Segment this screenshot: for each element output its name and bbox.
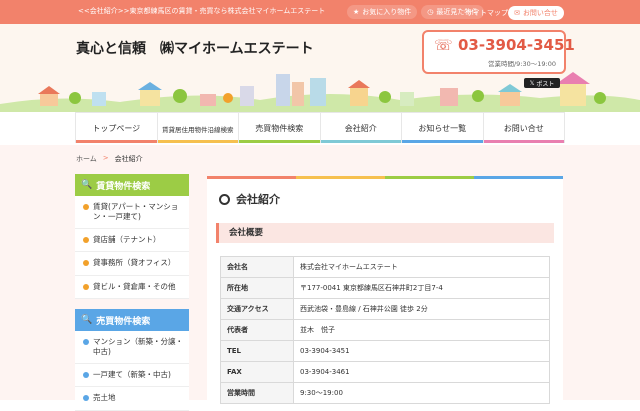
nav-item-contact[interactable]: お問い合せ [482,113,565,143]
nav-color-bar [239,140,320,143]
search-icon: 🔍 [81,180,93,190]
nav-color-bar [157,140,238,143]
site-tagline: <<会社紹介>>東京都練馬区の賃貸・売買なら株式会社マイホームエステート [78,7,326,15]
table-key: FAX [220,361,294,383]
table-value: 西武池袋・豊島線 / 石神井公園 徒歩 2分 [293,298,550,320]
table-row: 所在地 〒177-0041 東京都練馬区石神井町2丁目7-4 [220,277,550,299]
star-icon: ★ [353,8,360,16]
contact-label: お問い合せ [522,9,558,17]
sidebar-item-rental-store[interactable]: 貸店舗（テナント） [75,229,189,253]
nav-label: 会社紹介 [344,124,377,133]
table-row: FAX 03-3904-3461 [220,361,550,383]
bullet-icon [83,283,89,290]
nav-color-bar [483,140,564,143]
table-row: 営業時間 9:30〜19:00 [220,382,550,404]
table-row: TEL 03-3904-3451 [220,340,550,362]
bullet-icon [83,372,89,379]
header: 真心と信頼 ㈱マイホームエステート ☏ 03-3904-3451 営業時間/9:… [0,24,640,112]
sidebar-item-rental-residential[interactable]: 賃貸(アパート・マンション・一戸建て) [75,196,189,230]
table-key: 会社名 [220,256,294,278]
table-value: 並木 悦子 [293,319,550,341]
nav-item-sale-search[interactable]: 売買物件検索 [238,113,320,143]
nav-item-rental-line-search[interactable]: 賃貸居住用物件沿線検索 [156,113,238,143]
table-value: 9:30〜19:00 [293,382,550,404]
table-value: 03-3904-3461 [293,361,550,383]
table-key: 所在地 [220,277,294,299]
table-key: 営業時間 [220,382,294,404]
sitemap-link[interactable]: サイトマップ [466,8,508,18]
table-row: 代表者 並木 悦子 [220,319,550,341]
bullet-icon [83,237,89,244]
breadcrumb-separator: > [102,154,109,162]
sidebar-item-rental-office[interactable]: 貸事務所（貸オフィス） [75,252,189,276]
phone-number: 03-3904-3451 [458,36,575,54]
nav-color-bar [76,140,157,143]
section-heading: 会社概要 [216,223,554,243]
main-panel: 会社紹介 会社概要 会社名 株式会社マイホームエステート 所在地 〒177-00… [207,176,563,404]
sidebar-rental: 🔍 賃貸物件検索 賃貸(アパート・マンション・一戸建て) 貸店舗（テナント） 貸… [75,174,189,299]
sidebar-item-sale-house[interactable]: 一戸建て（新築・中古) [75,364,189,388]
sidebar-sale-heading: 🔍 売買物件検索 [75,309,189,331]
bullet-icon [83,339,89,345]
sidebar-item-label: 一戸建て（新築・中古) [93,370,171,380]
table-value: 株式会社マイホームエステート [293,256,550,278]
x-logo-icon: 𝕏 [529,79,535,87]
sidebar-item-sale-mansion[interactable]: マンション（新築・分譲・中古) [75,331,189,365]
business-hours: 営業時間/9:30〜19:00 [487,60,556,68]
sidebar-rental-title: 賃貸物件検索 [96,181,151,192]
x-post-label: ポスト [536,80,555,88]
table-value: 〒177-0041 東京都練馬区石神井町2丁目7-4 [293,277,550,299]
page-title-text: 会社紹介 [236,193,280,206]
nav-item-news[interactable]: お知らせ一覧 [401,113,483,143]
site-logo[interactable]: 真心と信頼 ㈱マイホームエステート [76,38,314,58]
nav-label: 売買物件検索 [255,124,304,133]
sidebar-item-label: 貸ビル・貸倉庫・その他 [93,281,176,291]
nav-color-bar [320,140,401,143]
table-key: TEL [220,340,294,362]
x-post-button[interactable]: 𝕏 ポスト [524,78,560,88]
sidebar-item-label: 貸事務所（貸オフィス） [93,258,176,268]
phone-box[interactable]: ☏ 03-3904-3451 営業時間/9:30〜19:00 [422,30,575,74]
nav-label: トップページ [92,124,141,133]
table-key: 代表者 [220,319,294,341]
ring-icon [219,193,230,205]
nav-item-company[interactable]: 会社紹介 [319,113,401,143]
search-icon: 🔍 [81,315,93,325]
favorites-link[interactable]: ★ お気に入り物件 [347,5,418,19]
main-nav: トップページ 賃貸居住用物件沿線検索 売買物件検索 会社紹介 お知らせ一覧 お問… [75,112,565,143]
sidebar-item-label: 売土地 [93,393,116,403]
breadcrumb-current: 会社紹介 [114,155,143,163]
company-info-table: 会社名 株式会社マイホームエステート 所在地 〒177-0041 東京都練馬区石… [220,256,550,404]
clock-icon: ◷ [427,8,434,16]
nav-label: お知らせ一覧 [418,124,467,133]
nav-label: お問い合せ [503,124,544,133]
sidebar-rental-heading: 🔍 賃貸物件検索 [75,174,189,196]
bullet-icon [83,395,89,402]
phone-icon: ☏ [434,36,453,54]
breadcrumb: ホーム > 会社紹介 [76,154,143,164]
sidebar-item-label: マンション（新築・分譲・中古) [93,337,183,357]
bullet-icon [83,204,89,210]
breadcrumb-home[interactable]: ホーム [76,154,97,164]
top-bar: <<会社紹介>>東京都練馬区の賃貸・売買なら株式会社マイホームエステート ★ お… [0,0,640,24]
nav-item-top[interactable]: トップページ [75,113,157,143]
favorites-label: お気に入り物件 [362,8,412,16]
table-value: 03-3904-3451 [293,340,550,362]
bullet-icon [83,260,89,267]
sidebar-item-label: 貸店舗（テナント） [93,235,161,245]
sidebar-item-sale-land[interactable]: 売土地 [75,387,189,411]
mail-icon: ✉ [514,9,520,17]
table-row: 会社名 株式会社マイホームエステート [220,256,550,278]
table-key: 交通アクセス [220,298,294,320]
sidebar-item-rental-other[interactable]: 貸ビル・貸倉庫・その他 [75,275,189,299]
sidebar-item-label: 賃貸(アパート・マンション・一戸建て) [93,202,179,222]
color-stripe [207,176,563,179]
sidebar-sale: 🔍 売買物件検索 マンション（新築・分譲・中古) 一戸建て（新築・中古) 売土地 [75,309,189,411]
contact-button-top[interactable]: ✉ お問い合せ [508,6,564,20]
sidebar-sale-title: 売買物件検索 [96,316,151,327]
page-title: 会社紹介 [219,191,280,207]
nav-label: 賃貸居住用物件沿線検索 [162,126,234,134]
table-row: 交通アクセス 西武池袋・豊島線 / 石神井公園 徒歩 2分 [220,298,550,320]
nav-color-bar [402,140,483,143]
